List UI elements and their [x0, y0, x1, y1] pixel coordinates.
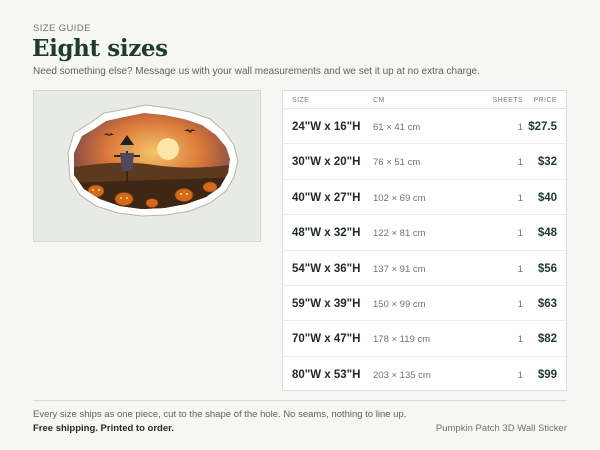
cm-cell: 76 × 51 cm: [373, 157, 421, 169]
table-row: 48"W x 32"H 122 × 81 cm 1 $48: [283, 215, 566, 251]
table-row: 40"W x 27"H 102 × 69 cm 1 $40: [283, 180, 566, 216]
cm-cell: 178 × 119 cm: [373, 334, 431, 346]
page-subtitle: Need something else? Message us with you…: [33, 66, 480, 77]
cm-cell: 137 × 91 cm: [373, 263, 426, 275]
table-row: 54"W x 36"H 137 × 91 cm 1 $56: [283, 251, 566, 286]
product-name: Pumpkin Patch 3D Wall Sticker: [435, 423, 567, 434]
sheets-cell: 1: [517, 334, 523, 346]
sheets-cell: 1: [517, 228, 523, 240]
table-row: 59"W x 39"H 150 × 99 cm 1 $63: [283, 286, 566, 322]
cm-cell: 150 × 99 cm: [373, 299, 426, 310]
header-price: PRICE: [533, 97, 557, 104]
footer-note: Every size ships as one piece, cut to th…: [33, 409, 407, 420]
table-row: 30"W x 20"H 76 × 51 cm 1 $32: [283, 144, 566, 180]
size-guide-eyebrow: SIZE GUIDE: [33, 23, 91, 34]
footer-divider: [33, 400, 567, 401]
shipping-note: Free shipping. Printed to order.: [33, 423, 174, 434]
size-cell: 70"W x 47"H: [292, 333, 361, 346]
price-cell: $32: [537, 156, 557, 169]
size-cell: 48"W x 32"H: [292, 227, 361, 240]
size-cell: 80"W x 53"H: [292, 368, 361, 381]
table-row: 24"W x 16"H 61 × 41 cm 1 $27.5: [283, 109, 566, 145]
size-cell: 30"W x 20"H: [292, 156, 361, 169]
size-cell: 59"W x 39"H: [292, 298, 361, 310]
price-cell: $99: [537, 368, 557, 381]
price-cell: $56: [537, 262, 557, 275]
price-cell: $63: [537, 298, 557, 310]
cm-cell: 122 × 81 cm: [373, 228, 426, 240]
size-cell: 40"W x 27"H: [292, 191, 361, 204]
table-row: 80"W x 53"H 203 × 135 cm 1 $99: [283, 357, 566, 392]
sheets-cell: 1: [517, 263, 523, 275]
price-cell: $82: [537, 333, 557, 346]
product-preview-image: [33, 90, 261, 242]
sheets-cell: 1: [517, 299, 523, 310]
size-cell: 24"W x 16"H: [292, 121, 361, 133]
sheets-cell: 1: [517, 157, 523, 169]
price-cell: $27.5: [528, 121, 557, 133]
header-sheets: SHEETS: [492, 97, 523, 104]
price-cell: $40: [537, 191, 557, 204]
cm-cell: 203 × 135 cm: [373, 369, 431, 381]
header-cm: CM: [373, 97, 385, 104]
size-cell: 54"W x 36"H: [292, 262, 361, 275]
price-cell: $48: [537, 227, 557, 240]
table-row: 70"W x 47"H 178 × 119 cm 1 $82: [283, 321, 566, 357]
size-table: SIZE CM SHEETS PRICE 24"W x 16"H 61 × 41 …: [282, 90, 567, 391]
sheets-cell: 1: [517, 369, 523, 381]
header-size: SIZE: [292, 97, 310, 104]
sheets-cell: 1: [517, 122, 523, 133]
pumpkin-patch-illustration: [67, 104, 239, 217]
cm-cell: 102 × 69 cm: [373, 192, 426, 204]
sheets-cell: 1: [517, 192, 523, 204]
table-header: SIZE CM SHEETS PRICE: [283, 91, 566, 109]
moon: [157, 138, 179, 160]
cm-cell: 61 × 41 cm: [373, 122, 421, 133]
page-title: Eight sizes: [32, 35, 168, 62]
